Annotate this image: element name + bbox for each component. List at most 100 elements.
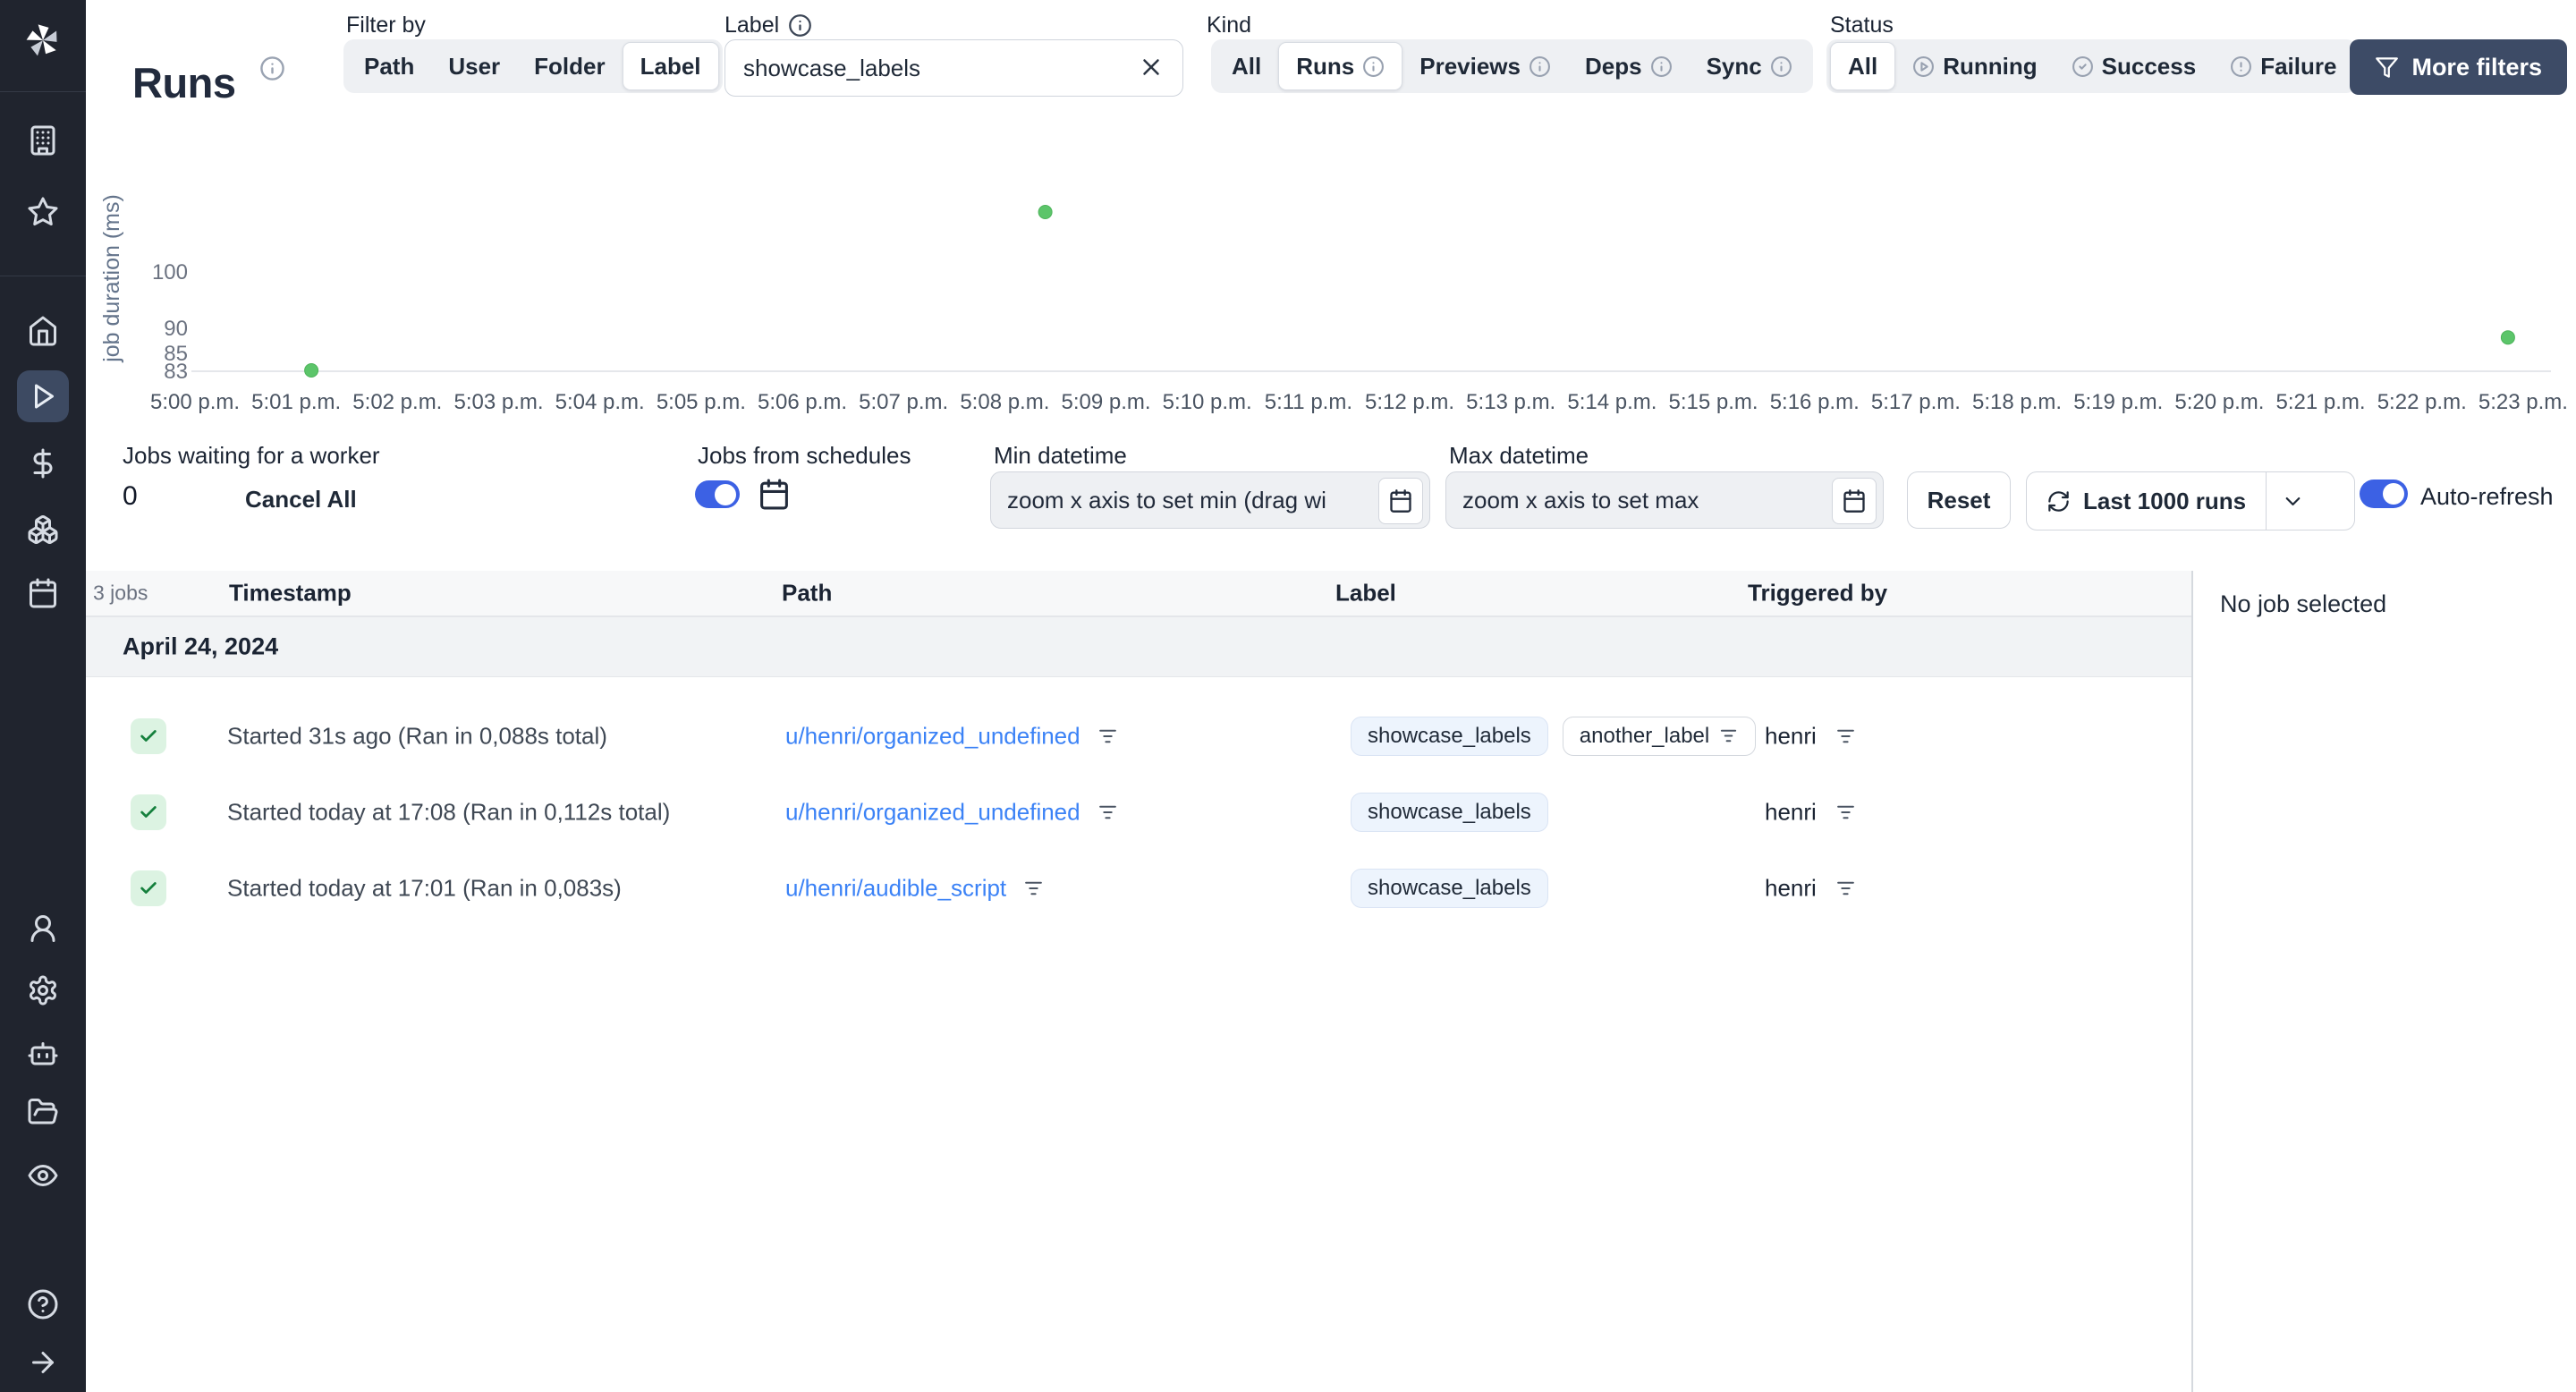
cancel-all-button[interactable]: Cancel All — [229, 474, 373, 524]
filter-by-path-icon[interactable] — [1022, 877, 1045, 899]
job-path-link[interactable]: u/henri/organized_undefined — [785, 798, 1080, 826]
filter-by-label-icon[interactable] — [1718, 726, 1739, 746]
min-datetime-label: Min datetime — [994, 442, 1127, 469]
runs-window-button[interactable]: Last 1000 runs — [2026, 471, 2355, 530]
filter-by-label-option[interactable]: Label — [622, 42, 719, 90]
table-row[interactable]: Started today at 17:01 (Ran in 0,083s) u… — [86, 850, 2191, 926]
duration-chart[interactable]: job duration (ms) 83 85 90 100 5:00 p.m. 5:01 … — [86, 182, 2576, 429]
filter-by-user-icon[interactable] — [1835, 877, 1857, 899]
filter-by-folder[interactable]: Folder — [517, 43, 622, 89]
auto-refresh-toggle[interactable] — [2360, 480, 2408, 508]
svg-text:5:17 p.m.: 5:17 p.m. — [1871, 390, 1961, 414]
triggered-by-value: henri — [1765, 874, 1817, 901]
col-timestamp: Timestamp — [229, 579, 352, 607]
filter-by-user[interactable]: User — [431, 43, 517, 89]
success-status-badge — [131, 870, 166, 906]
chevron-down-icon — [2281, 489, 2305, 514]
job-path-link[interactable]: u/henri/audible_script — [785, 874, 1006, 902]
schedules-toggle[interactable] — [695, 480, 740, 508]
svg-text:5:11 p.m.: 5:11 p.m. — [1265, 390, 1352, 414]
sidebar-item-settings[interactable] — [27, 974, 59, 1006]
status-label: Status — [1830, 13, 1894, 38]
reset-button[interactable]: Reset — [1907, 471, 2011, 529]
svg-text:5:06 p.m.: 5:06 p.m. — [758, 390, 847, 414]
failure-status-icon — [2230, 55, 2252, 78]
sidebar-item-home[interactable] — [27, 315, 59, 347]
sidebar-item-folders[interactable] — [27, 1096, 59, 1128]
windmill-logo[interactable] — [22, 20, 64, 61]
col-triggered-by: Triggered by — [1748, 579, 1888, 607]
filter-by-label: Filter by — [346, 13, 426, 38]
svg-text:90: 90 — [164, 317, 188, 341]
sidebar-item-variables[interactable] — [27, 447, 59, 480]
label-filter-input[interactable] — [724, 39, 1183, 97]
table-row[interactable]: Started today at 17:08 (Ran in 0,112s to… — [86, 774, 2191, 850]
filter-by-path-icon[interactable] — [1097, 725, 1119, 747]
schedules-calendar-icon[interactable] — [758, 478, 791, 511]
job-detail-panel: No job selected — [2191, 571, 2576, 1392]
jobs-waiting-label: Jobs waiting for a worker — [123, 442, 380, 469]
svg-text:5:20 p.m.: 5:20 p.m. — [2174, 390, 2264, 414]
sidebar-item-workers[interactable] — [27, 1037, 59, 1069]
filter-by-path-icon[interactable] — [1097, 801, 1119, 823]
label-badge[interactable]: showcase_labels — [1351, 792, 1548, 832]
filter-by-segmented: Path User Folder Label — [343, 39, 723, 93]
date-group-row: April 24, 2024 — [86, 617, 2191, 677]
label-badge[interactable]: showcase_labels — [1351, 716, 1548, 756]
svg-text:5:23 p.m.: 5:23 p.m. — [2479, 390, 2568, 414]
min-datetime-input[interactable]: zoom x axis to set min (drag wi — [990, 471, 1430, 529]
check-icon — [139, 878, 158, 898]
svg-text:5:02 p.m.: 5:02 p.m. — [352, 390, 442, 414]
label-info-icon[interactable] — [788, 13, 812, 38]
kind-deps[interactable]: Deps — [1568, 43, 1690, 89]
kind-sync[interactable]: Sync — [1690, 43, 1809, 89]
svg-text:5:21 p.m.: 5:21 p.m. — [2276, 390, 2366, 414]
status-success[interactable]: Success — [2055, 43, 2214, 89]
svg-text:5:15 p.m.: 5:15 p.m. — [1669, 390, 1758, 414]
job-path-link[interactable]: u/henri/organized_undefined — [785, 722, 1080, 750]
info-icon — [1362, 55, 1385, 78]
sidebar-item-runs[interactable] — [17, 370, 69, 422]
filter-by-path[interactable]: Path — [347, 43, 431, 89]
help-icon[interactable] — [27, 1288, 59, 1320]
status-all[interactable]: All — [1830, 42, 1896, 90]
col-path: Path — [782, 579, 833, 607]
svg-text:5:09 p.m.: 5:09 p.m. — [1061, 390, 1150, 414]
svg-text:5:07 p.m.: 5:07 p.m. — [859, 390, 948, 414]
sidebar-item-favorites[interactable] — [27, 196, 59, 228]
more-filters-button[interactable]: More filters — [2350, 39, 2567, 95]
svg-text:5:22 p.m.: 5:22 p.m. — [2377, 390, 2467, 414]
kind-label: Kind — [1207, 13, 1252, 38]
job-timestamp: Started 31s ago (Ran in 0,088s total) — [227, 722, 607, 749]
max-datetime-input[interactable]: zoom x axis to set max — [1445, 471, 1884, 529]
sidebar-item-schedules[interactable] — [27, 577, 59, 609]
success-status-badge — [131, 717, 166, 754]
sidebar-item-users[interactable] — [27, 912, 59, 945]
expand-sidebar-icon[interactable] — [27, 1346, 59, 1379]
sidebar-item-resources[interactable] — [27, 514, 59, 546]
sidebar-item-workspace[interactable] — [27, 124, 59, 157]
filter-by-user-icon[interactable] — [1835, 725, 1857, 747]
main-content: Runs Filter by Path User Folder Label La… — [86, 0, 2576, 1392]
svg-text:5:12 p.m.: 5:12 p.m. — [1365, 390, 1454, 414]
schedules-label: Jobs from schedules — [698, 442, 911, 469]
label-badge[interactable]: showcase_labels — [1351, 868, 1548, 908]
runs-window-dropdown[interactable] — [2267, 472, 2318, 530]
clear-label-icon[interactable] — [1138, 54, 1165, 81]
runs-info-icon[interactable] — [259, 55, 285, 81]
kind-runs[interactable]: Runs — [1278, 42, 1403, 90]
table-row[interactable]: Started 31s ago (Ran in 0,088s total) u/… — [86, 698, 2191, 774]
sidebar-item-audit-logs[interactable] — [27, 1159, 59, 1192]
table-header: 3 jobs Timestamp Path Label Triggered by — [86, 571, 2191, 617]
kind-all[interactable]: All — [1215, 43, 1278, 89]
label-badge[interactable]: another_label — [1562, 716, 1757, 756]
status-failure[interactable]: Failure — [2213, 43, 2353, 89]
min-datetime-calendar-button[interactable] — [1378, 478, 1423, 524]
status-segmented: All Running Success Failure — [1826, 39, 2358, 93]
kind-previews[interactable]: Previews — [1402, 43, 1568, 89]
job-timestamp: Started today at 17:08 (Ran in 0,112s to… — [227, 798, 671, 825]
check-icon — [139, 726, 158, 746]
filter-by-user-icon[interactable] — [1835, 801, 1857, 823]
status-running[interactable]: Running — [1895, 43, 2054, 89]
max-datetime-calendar-button[interactable] — [1832, 478, 1877, 524]
